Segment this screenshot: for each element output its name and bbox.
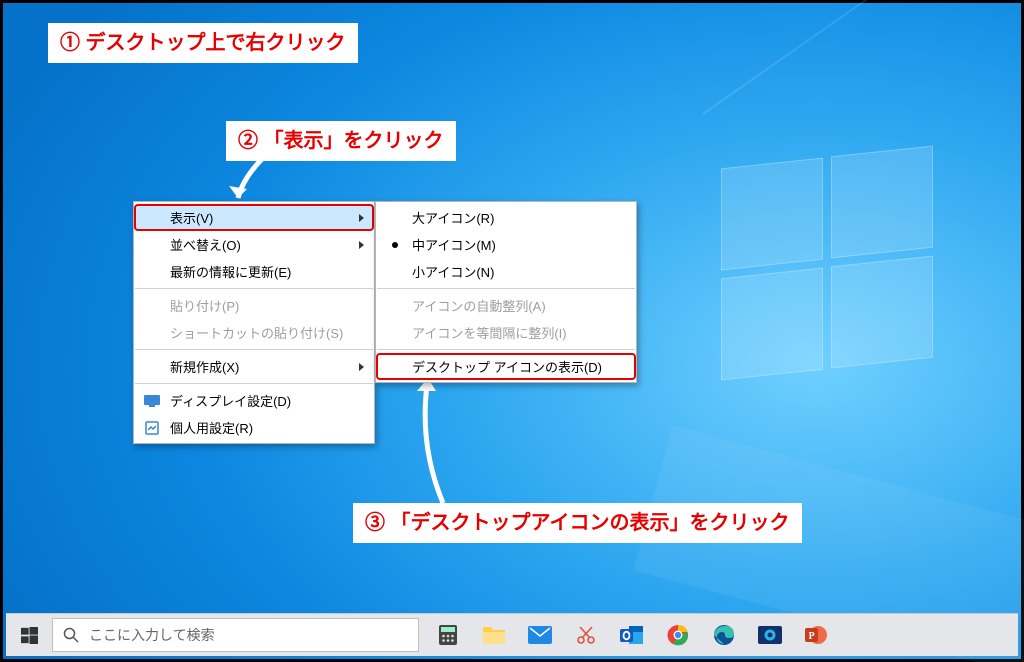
menu-item-view[interactable]: 表示(V) [134, 204, 374, 231]
menu-item-display-settings[interactable]: ディスプレイ設定(D) [134, 387, 374, 414]
display-settings-icon [144, 393, 160, 409]
radio-selected-icon [392, 242, 398, 248]
folder-icon [482, 625, 506, 645]
menu-item-label: アイコンを等間隔に整列(I) [412, 326, 567, 341]
submenu-item-auto-arrange[interactable]: アイコンの自動整列(A) [376, 292, 636, 319]
annotation-step2: ② 「表示」をクリック [226, 121, 456, 161]
snip-icon [575, 624, 597, 646]
menu-separator [377, 288, 635, 289]
taskbar-app-camera[interactable] [747, 614, 793, 656]
menu-item-label: ショートカットの貼り付け(S) [170, 326, 343, 341]
menu-item-label: 大アイコン(R) [412, 211, 494, 226]
menu-separator [135, 349, 373, 350]
view-submenu: 大アイコン(R) 中アイコン(M) 小アイコン(N) アイコンの自動整列(A) … [375, 201, 637, 383]
taskbar-app-chrome[interactable] [655, 614, 701, 656]
menu-item-label: アイコンの自動整列(A) [412, 299, 546, 314]
menu-item-label: 並べ替え(O) [170, 238, 241, 253]
menu-item-refresh[interactable]: 最新の情報に更新(E) [134, 258, 374, 285]
taskbar-pinned-apps: P [425, 614, 839, 656]
menu-item-label: 新規作成(X) [170, 360, 239, 375]
svg-text:P: P [808, 631, 814, 642]
wallpaper-windows-logo [721, 163, 961, 403]
submenu-arrow-icon [359, 363, 364, 371]
outlook-icon [620, 624, 644, 646]
menu-separator [377, 349, 635, 350]
taskbar: ここに入力して検索 [6, 613, 1018, 656]
desktop[interactable]: ① デスクトップ上で右クリック ② 「表示」をクリック ③ 「デスクトップアイコ… [0, 0, 1024, 662]
menu-item-label: 中アイコン(M) [412, 238, 496, 253]
submenu-item-small-icons[interactable]: 小アイコン(N) [376, 258, 636, 285]
annotation-step3: ③ 「デスクトップアイコンの表示」をクリック [353, 503, 802, 543]
taskbar-app-file-explorer[interactable] [471, 614, 517, 656]
light-ray [702, 0, 1024, 115]
search-icon [63, 627, 79, 643]
menu-item-label: 小アイコン(N) [412, 265, 494, 280]
taskbar-search-box[interactable]: ここに入力して検索 [52, 618, 419, 652]
menu-separator [135, 288, 373, 289]
submenu-item-medium-icons[interactable]: 中アイコン(M) [376, 231, 636, 258]
powerpoint-icon: P [805, 624, 827, 646]
submenu-arrow-icon [359, 214, 364, 222]
submenu-arrow-icon [359, 241, 364, 249]
start-button[interactable] [6, 614, 52, 656]
windows-logo-icon [21, 627, 38, 644]
menu-item-new[interactable]: 新規作成(X) [134, 353, 374, 380]
chrome-icon [667, 624, 689, 646]
submenu-item-show-desktop-icons[interactable]: デスクトップ アイコンの表示(D) [376, 353, 636, 380]
desktop-context-menu: 表示(V) 並べ替え(O) 最新の情報に更新(E) 貼り付け(P) ショートカッ… [133, 201, 375, 444]
menu-item-label: 最新の情報に更新(E) [170, 265, 291, 280]
calculator-icon [437, 624, 459, 646]
taskbar-app-outlook[interactable] [609, 614, 655, 656]
menu-item-label: 貼り付け(P) [170, 299, 239, 314]
search-placeholder-text: ここに入力して検索 [89, 625, 215, 645]
annotation-step1: ① デスクトップ上で右クリック [48, 23, 358, 63]
menu-separator [135, 383, 373, 384]
menu-item-paste-shortcut: ショートカットの貼り付け(S) [134, 319, 374, 346]
taskbar-app-mail[interactable] [517, 614, 563, 656]
camera-icon [758, 626, 782, 644]
submenu-item-large-icons[interactable]: 大アイコン(R) [376, 204, 636, 231]
mail-icon [528, 626, 552, 644]
arrow-annotation-3 [383, 363, 483, 513]
menu-item-label: 個人用設定(R) [170, 421, 253, 436]
menu-item-label: デスクトップ アイコンの表示(D) [412, 360, 602, 375]
taskbar-app-powerpoint[interactable]: P [793, 614, 839, 656]
personalize-icon [144, 420, 160, 436]
taskbar-app-calculator[interactable] [425, 614, 471, 656]
edge-icon [713, 624, 735, 646]
menu-item-personalize[interactable]: 個人用設定(R) [134, 414, 374, 441]
menu-item-label: 表示(V) [170, 211, 213, 226]
taskbar-app-edge[interactable] [701, 614, 747, 656]
submenu-item-align-grid[interactable]: アイコンを等間隔に整列(I) [376, 319, 636, 346]
menu-item-sort[interactable]: 並べ替え(O) [134, 231, 374, 258]
menu-item-label: ディスプレイ設定(D) [170, 394, 291, 409]
menu-item-paste: 貼り付け(P) [134, 292, 374, 319]
taskbar-app-snip[interactable] [563, 614, 609, 656]
